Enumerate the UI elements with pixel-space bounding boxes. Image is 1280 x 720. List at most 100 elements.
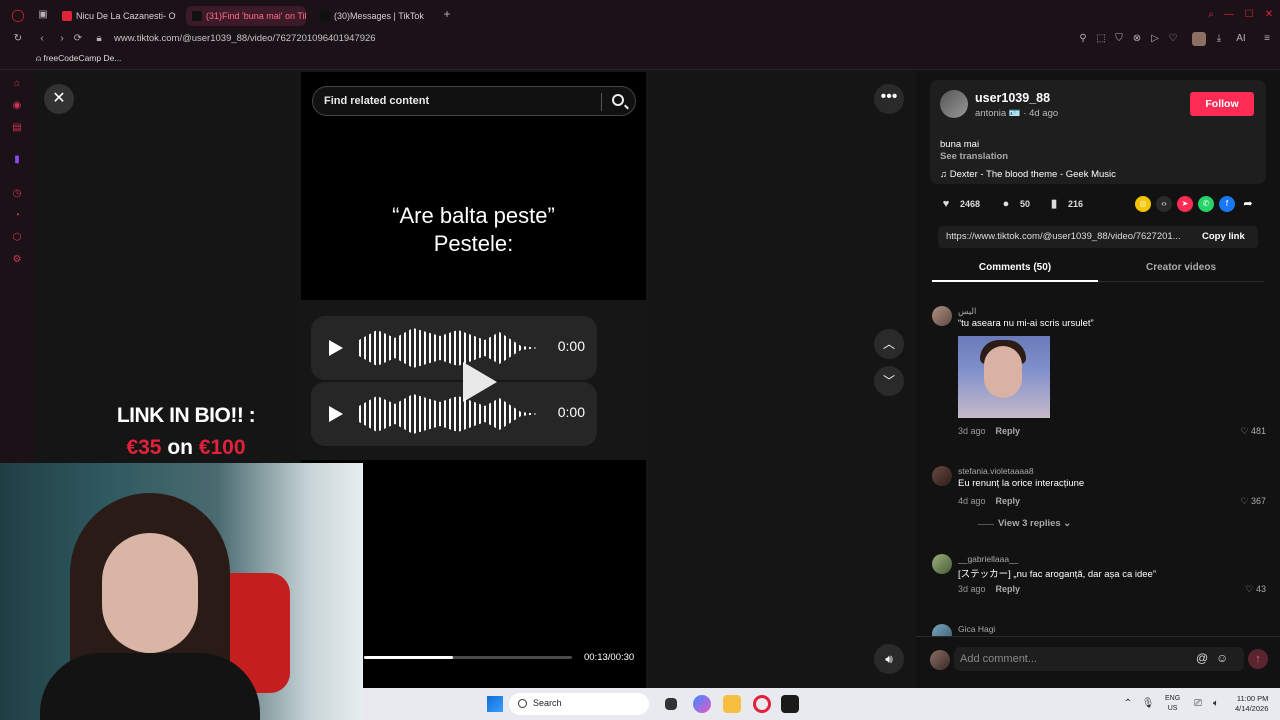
mic-icon[interactable]: 🎙︎ xyxy=(1141,698,1155,710)
taskbar-search[interactable]: Search xyxy=(509,693,649,715)
clock-icon[interactable]: ◔ xyxy=(11,210,23,222)
volume-icon[interactable]: 🔈︎ xyxy=(1209,698,1223,710)
profile-avatar-icon[interactable] xyxy=(1192,32,1206,46)
home-icon[interactable]: ⌂ xyxy=(11,78,23,90)
network-icon[interactable]: ⎚ xyxy=(1191,698,1205,710)
refresh-icon[interactable]: ⟳ xyxy=(71,33,85,45)
search-input[interactable]: Find related content xyxy=(324,95,429,107)
copy-link-button[interactable]: Copy link xyxy=(1202,231,1245,242)
reload-icon[interactable]: ↻ xyxy=(11,33,25,45)
player-icon[interactable]: ▷ xyxy=(1148,33,1162,45)
share-arrow-icon[interactable]: ➦ xyxy=(1240,196,1256,212)
reply-button[interactable]: Reply xyxy=(996,426,1021,436)
like-button[interactable]: ♥ 2468 xyxy=(940,194,980,214)
tab-manager-icon[interactable]: ▣ xyxy=(36,9,50,21)
close-icon: ✕ xyxy=(52,90,66,107)
send-to-friends-icon[interactable]: ➤ xyxy=(1177,196,1193,212)
bookmark-freecodecamp[interactable]: ⍝ freeCodeCamp De... xyxy=(36,53,121,64)
clock-time: 11:00 PM xyxy=(1236,694,1269,703)
whatsapp-icon[interactable]: ✆ xyxy=(1198,196,1214,212)
maximize-icon[interactable]: ☐ xyxy=(1242,9,1256,21)
commenter-name[interactable]: Gica Hagi xyxy=(958,624,995,634)
twitch-icon[interactable]: ▮ xyxy=(11,154,23,166)
commenter-avatar[interactable] xyxy=(932,306,952,326)
pin-icon[interactable]: ⚲ xyxy=(1076,33,1090,45)
quote-line: “Are balta peste” xyxy=(392,203,555,228)
author-username[interactable]: user1039_88 xyxy=(975,91,1050,105)
commenter-avatar[interactable] xyxy=(932,624,952,636)
messenger-icon[interactable]: ▤ xyxy=(11,122,23,134)
search-tabs-icon[interactable]: ⌕ xyxy=(1204,9,1218,21)
comment-button[interactable]: ● 50 xyxy=(1000,194,1030,214)
minimize-icon[interactable]: — xyxy=(1222,9,1236,21)
menu-icon[interactable]: ≡ xyxy=(1260,33,1274,45)
search-icon[interactable] xyxy=(612,94,624,106)
url-field[interactable]: www.tiktok.com/@user1039_88/video/762720… xyxy=(114,31,376,47)
emoji-icon[interactable]: ☺ xyxy=(1216,651,1228,665)
mention-icon[interactable]: @ xyxy=(1196,651,1208,665)
tab-comments[interactable]: Comments (50) xyxy=(932,262,1098,273)
file-explorer-icon[interactable] xyxy=(723,695,741,713)
close-window-icon[interactable]: ✕ xyxy=(1262,9,1276,21)
new-tab-button[interactable]: + xyxy=(440,8,454,20)
tab-tiktok-messages[interactable]: (30)Messages | TikTok xyxy=(314,6,434,26)
ai-icon[interactable]: AI xyxy=(1230,33,1252,45)
tray-chevron-icon[interactable]: ⌃ xyxy=(1121,698,1135,710)
tab-tiktok-search[interactable]: (31)Find 'buna mai' on Tik xyxy=(186,6,306,26)
reply-button[interactable]: Reply xyxy=(996,496,1021,506)
tab-creator-videos[interactable]: Creator videos xyxy=(1098,262,1264,273)
settings-icon[interactable]: ⚙ xyxy=(11,254,23,266)
volume-button[interactable]: 🔊︎ xyxy=(874,644,904,674)
more-options-button[interactable]: ••• xyxy=(874,84,904,114)
commenter-name[interactable]: اليس xyxy=(958,306,976,317)
coin-icon[interactable]: ◎ xyxy=(1135,196,1151,212)
previous-video-button[interactable]: ︿ xyxy=(874,329,904,359)
view-replies-button[interactable]: View 3 replies ⌄ xyxy=(998,518,1071,529)
gamepad-icon[interactable]: ◉ xyxy=(11,100,23,112)
tab-youtube[interactable]: Nicu De La Cazanesti- Of xyxy=(56,6,176,26)
task-view-icon[interactable] xyxy=(665,698,677,710)
forward-icon[interactable]: › xyxy=(55,33,69,45)
author-avatar[interactable] xyxy=(940,90,968,118)
commenter-name[interactable]: stefania.violetaaaa8 xyxy=(958,466,1034,476)
music-link[interactable]: ♫ Dexter - The blood theme - Geek Music xyxy=(940,169,1116,180)
comment-like-button[interactable]: ♡ 367 xyxy=(1240,496,1266,507)
comment-like-button[interactable]: ♡ 481 xyxy=(1240,426,1266,437)
opera-logo-icon[interactable]: ◯ xyxy=(11,9,25,21)
video-caption: buna mai xyxy=(940,139,980,150)
next-video-button[interactable]: ﹀ xyxy=(874,366,904,396)
chatgpt-taskbar-icon[interactable] xyxy=(781,695,799,713)
reply-button[interactable]: Reply xyxy=(996,584,1021,594)
wallet-icon[interactable]: ♡ xyxy=(1166,33,1180,45)
history-icon[interactable]: ◷ xyxy=(11,188,23,200)
copilot-icon[interactable] xyxy=(693,695,711,713)
extensions-icon[interactable]: ⊗ xyxy=(1130,33,1144,45)
comment-image[interactable] xyxy=(958,336,1050,418)
see-translation-link[interactable]: See translation xyxy=(940,151,1008,162)
windows-start-icon[interactable] xyxy=(487,696,503,712)
related-search-bar[interactable]: Find related content xyxy=(312,86,636,116)
comment-like-button[interactable]: ♡ 43 xyxy=(1245,584,1266,595)
extensions-cube-icon[interactable]: ⬡ xyxy=(11,232,23,244)
vpn-shield-icon[interactable]: ⛉ xyxy=(1112,33,1126,45)
close-video-button[interactable]: ✕ xyxy=(44,84,74,114)
embed-icon[interactable]: ‹› xyxy=(1156,196,1172,212)
share-link[interactable]: https://www.tiktok.com/@user1039_88/vide… xyxy=(946,231,1186,242)
save-button[interactable]: ▮ 216 xyxy=(1048,194,1083,214)
language-indicator[interactable]: ENG US xyxy=(1165,694,1180,714)
video-play-icon[interactable] xyxy=(463,362,497,402)
back-icon[interactable]: ‹ xyxy=(35,33,49,45)
opera-taskbar-icon[interactable] xyxy=(753,695,771,713)
commenter-avatar[interactable] xyxy=(932,554,952,574)
video-progress-bar[interactable] xyxy=(364,656,572,659)
promo-text: LINK IN BIO!! : xyxy=(116,404,256,427)
commenter-name[interactable]: __gabriellaaa__ xyxy=(958,554,1019,564)
send-button[interactable]: ↑ xyxy=(1248,649,1268,669)
download-icon[interactable]: ⤓ xyxy=(1212,33,1226,45)
facebook-icon[interactable]: f xyxy=(1219,196,1235,212)
snapshot-icon[interactable]: ⬚ xyxy=(1094,33,1108,45)
follow-button[interactable]: Follow xyxy=(1190,92,1254,116)
comment-like-count: 43 xyxy=(1255,584,1266,594)
system-clock[interactable]: 11:00 PM 4/14/2026 xyxy=(1235,694,1268,714)
commenter-avatar[interactable] xyxy=(932,466,952,486)
